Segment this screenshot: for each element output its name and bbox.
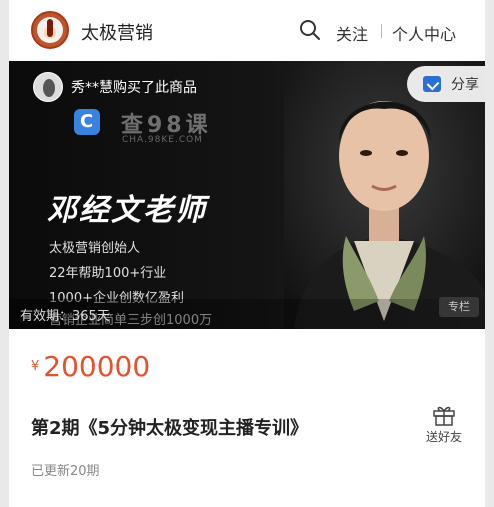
- buyer-notice: 秀**慧购买了此商品: [33, 71, 197, 103]
- buyer-notice-text: 秀**慧购买了此商品: [71, 80, 197, 96]
- header-divider: [381, 24, 382, 38]
- banner-line: 太极营销创始人: [49, 241, 141, 256]
- course-banner[interactable]: 秀**慧购买了此商品 分享 查98课 CHA.98KE.COM 邓经文老师 太极…: [9, 61, 485, 329]
- header: 太极营销 关注 个人中心: [9, 0, 485, 61]
- search-icon[interactable]: [299, 19, 321, 41]
- gift-to-friend-button[interactable]: 送好友: [421, 404, 467, 450]
- product-page: 太极营销 关注 个人中心 秀**慧购买了此商品 分享 C 查98课 CHA.98…: [9, 0, 485, 507]
- gift-icon: [433, 406, 455, 426]
- teacher-name: 邓经文老师: [47, 193, 207, 228]
- follow-button[interactable]: 关注: [336, 21, 368, 45]
- banner-line: 22年帮助100+行业: [49, 266, 167, 281]
- share-button[interactable]: 分享: [407, 66, 485, 102]
- watermark-subtext: CHA.98KE.COM: [122, 135, 203, 145]
- banner-line: 营销企业简单三步创1000万: [49, 313, 213, 328]
- share-icon: [423, 76, 441, 92]
- user-center-link[interactable]: 个人中心: [392, 21, 456, 45]
- price: ¥200000: [31, 350, 150, 383]
- shop-logo[interactable]: [31, 11, 69, 49]
- price-amount: 200000: [43, 350, 151, 383]
- type-tag: 专栏: [439, 297, 479, 317]
- product-title: 第2期《5分钟太极变现主播专训》: [31, 418, 309, 439]
- update-status: 已更新20期: [31, 464, 100, 479]
- currency-symbol: ¥: [31, 359, 40, 374]
- watermark-logo-icon: [74, 109, 100, 135]
- gift-label: 送好友: [425, 430, 462, 444]
- share-label: 分享: [451, 77, 479, 93]
- shop-name[interactable]: 太极营销: [81, 19, 153, 45]
- buyer-avatar: [33, 72, 63, 102]
